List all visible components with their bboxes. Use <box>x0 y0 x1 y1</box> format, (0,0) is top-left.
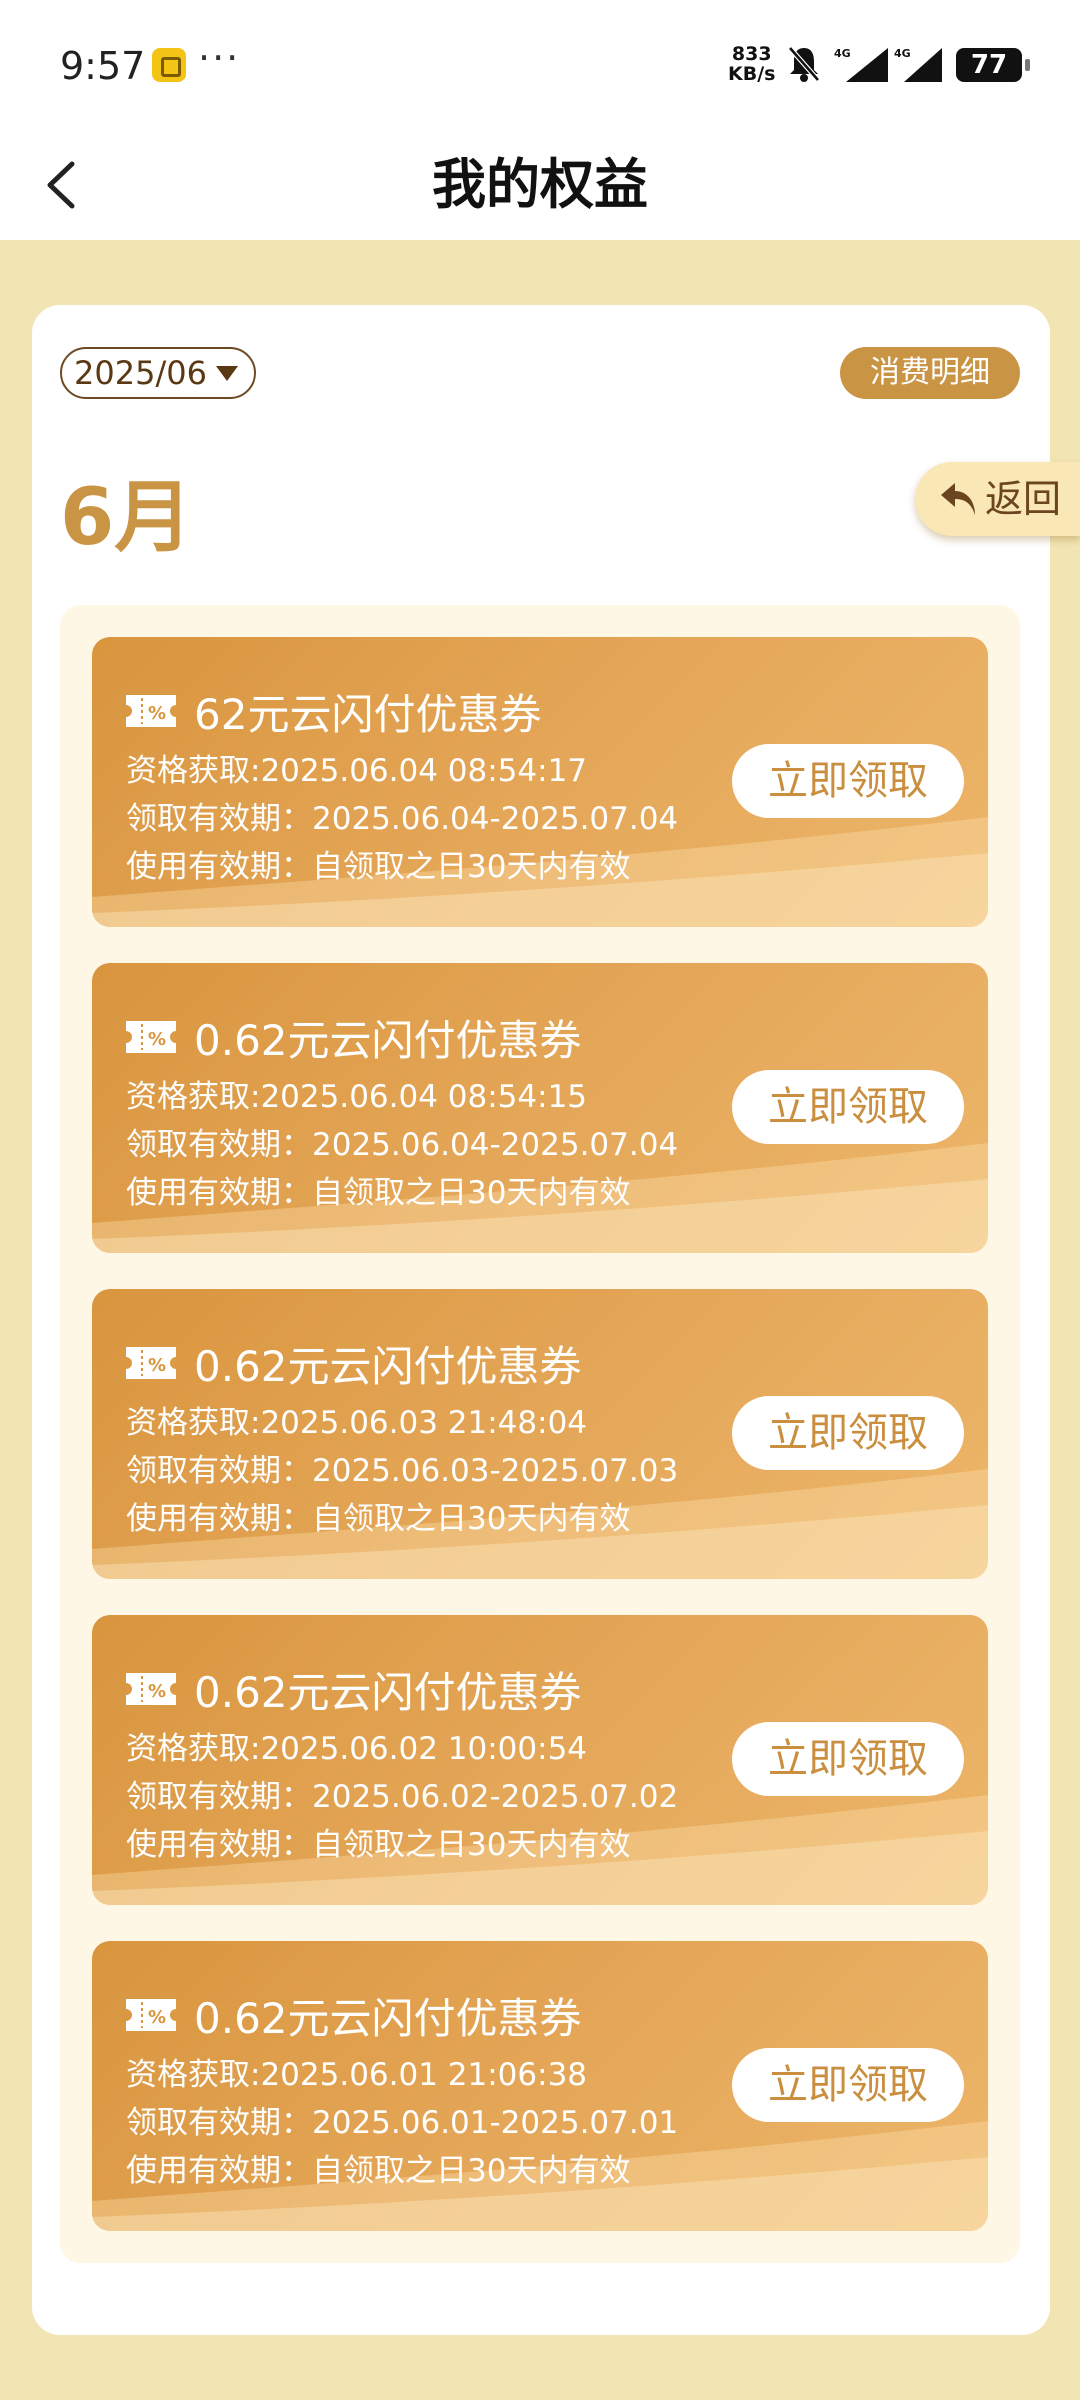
coupon-acquired-time: 资格获取:2025.06.01 21:06:38 <box>126 2057 588 2093</box>
signal-strength-icon-2: 4G <box>894 47 942 82</box>
battery-indicator: 77 <box>956 48 1030 82</box>
consumption-detail-button[interactable]: 消费明细 <box>840 347 1020 399</box>
return-label: 返回 <box>985 477 1062 521</box>
back-button[interactable] <box>36 150 96 220</box>
coupon-claim-period: 领取有效期：2025.06.01-2025.07.01 <box>126 2105 679 2141</box>
coupon-card: % 62元云闪付优惠券资格获取:2025.06.04 08:54:17 领取有效期：… <box>92 637 988 927</box>
coupon-title: 0.62元云闪付优惠券 <box>194 1016 582 1065</box>
undo-arrow-icon <box>941 483 975 515</box>
coupon-title: 62元云闪付优惠券 <box>194 690 542 739</box>
network-speed-unit: KB/s <box>728 63 776 85</box>
coupon-title: 0.62元云闪付优惠券 <box>194 1668 582 1717</box>
coupon-claim-period: 领取有效期：2025.06.04-2025.07.04 <box>126 1127 679 1163</box>
status-bar: 9:57 ··· 833 KB/s 4G 4G 77 <box>0 0 1080 130</box>
coupon-claim-period: 领取有效期：2025.06.02-2025.07.02 <box>126 1779 679 1815</box>
coupon-acquired-time: 资格获取:2025.06.04 08:54:17 <box>126 753 588 789</box>
claim-now-button[interactable]: 立即领取 <box>732 744 964 818</box>
claim-now-button[interactable]: 立即领取 <box>732 1396 964 1470</box>
claim-now-button[interactable]: 立即领取 <box>732 1070 964 1144</box>
benefits-panel: 2025/06 消费明细 6月 % 62元云闪付优惠券资格获取:2025.06.0… <box>32 305 1050 2335</box>
coupon-card: % 0.62元云闪付优惠券资格获取:2025.06.03 21:48:04 领取有效… <box>92 1289 988 1579</box>
network-speed-value: 833 <box>731 43 772 65</box>
claim-now-button[interactable]: 立即领取 <box>732 1722 964 1796</box>
svg-text:%: % <box>148 1681 166 1702</box>
coupon-claim-period: 领取有效期：2025.06.03-2025.07.03 <box>126 1453 679 1489</box>
svg-text:%: % <box>148 2007 166 2028</box>
page-title: 我的权益 <box>432 153 648 216</box>
caret-down-icon <box>216 366 238 381</box>
coupon-use-period: 使用有效期：自领取之日30天内有效 <box>126 2153 631 2189</box>
coupon-ticket-icon: % <box>126 1021 176 1053</box>
signal-label: 4G <box>834 47 851 60</box>
coupon-claim-period: 领取有效期：2025.06.04-2025.07.04 <box>126 801 679 837</box>
coupon-use-period: 使用有效期：自领取之日30天内有效 <box>126 1827 631 1863</box>
more-notifications-icon: ··· <box>198 36 241 80</box>
coupon-acquired-time: 资格获取:2025.06.03 21:48:04 <box>126 1405 588 1441</box>
network-speed: 833 KB/s <box>728 44 775 84</box>
svg-text:%: % <box>148 1029 166 1050</box>
mute-bell-icon <box>788 46 820 82</box>
coupon-use-period: 使用有效期：自领取之日30天内有效 <box>126 1175 631 1211</box>
signal-strength-icon: 4G <box>834 47 888 82</box>
signal-label-2: 4G <box>894 47 911 60</box>
coupon-list: % 62元云闪付优惠券资格获取:2025.06.04 08:54:17 领取有效期：… <box>60 605 1020 2263</box>
coupon-card: % 0.62元云闪付优惠券资格获取:2025.06.04 08:54:15 领取有效… <box>92 963 988 1253</box>
month-picker-value: 2025/06 <box>74 354 207 392</box>
return-button[interactable]: 返回 <box>915 462 1080 536</box>
navigation-bar: 我的权益 <box>0 130 1080 240</box>
coupon-acquired-time: 资格获取:2025.06.02 10:00:54 <box>126 1731 588 1767</box>
claim-now-button[interactable]: 立即领取 <box>732 2048 964 2122</box>
month-picker[interactable]: 2025/06 <box>60 347 256 399</box>
coupon-use-period: 使用有效期：自领取之日30天内有效 <box>126 849 631 885</box>
svg-text:%: % <box>148 1355 166 1376</box>
app-notification-icon <box>152 48 186 82</box>
coupon-ticket-icon: % <box>126 1999 176 2031</box>
coupon-acquired-time: 资格获取:2025.06.04 08:54:15 <box>126 1079 588 1115</box>
month-heading: 6月 <box>60 473 193 563</box>
chevron-left-icon <box>47 161 75 209</box>
svg-text:%: % <box>148 703 166 724</box>
coupon-card: % 0.62元云闪付优惠券资格获取:2025.06.02 10:00:54 领取有效… <box>92 1615 988 1905</box>
coupon-title: 0.62元云闪付优惠券 <box>194 1342 582 1391</box>
coupon-title: 0.62元云闪付优惠券 <box>194 1994 582 2043</box>
coupon-use-period: 使用有效期：自领取之日30天内有效 <box>126 1501 631 1537</box>
status-time: 9:57 <box>60 44 146 88</box>
coupon-ticket-icon: % <box>126 1673 176 1705</box>
coupon-card: % 0.62元云闪付优惠券资格获取:2025.06.01 21:06:38 领取有效… <box>92 1941 988 2231</box>
coupon-ticket-icon: % <box>126 1347 176 1379</box>
coupon-ticket-icon: % <box>126 695 176 727</box>
